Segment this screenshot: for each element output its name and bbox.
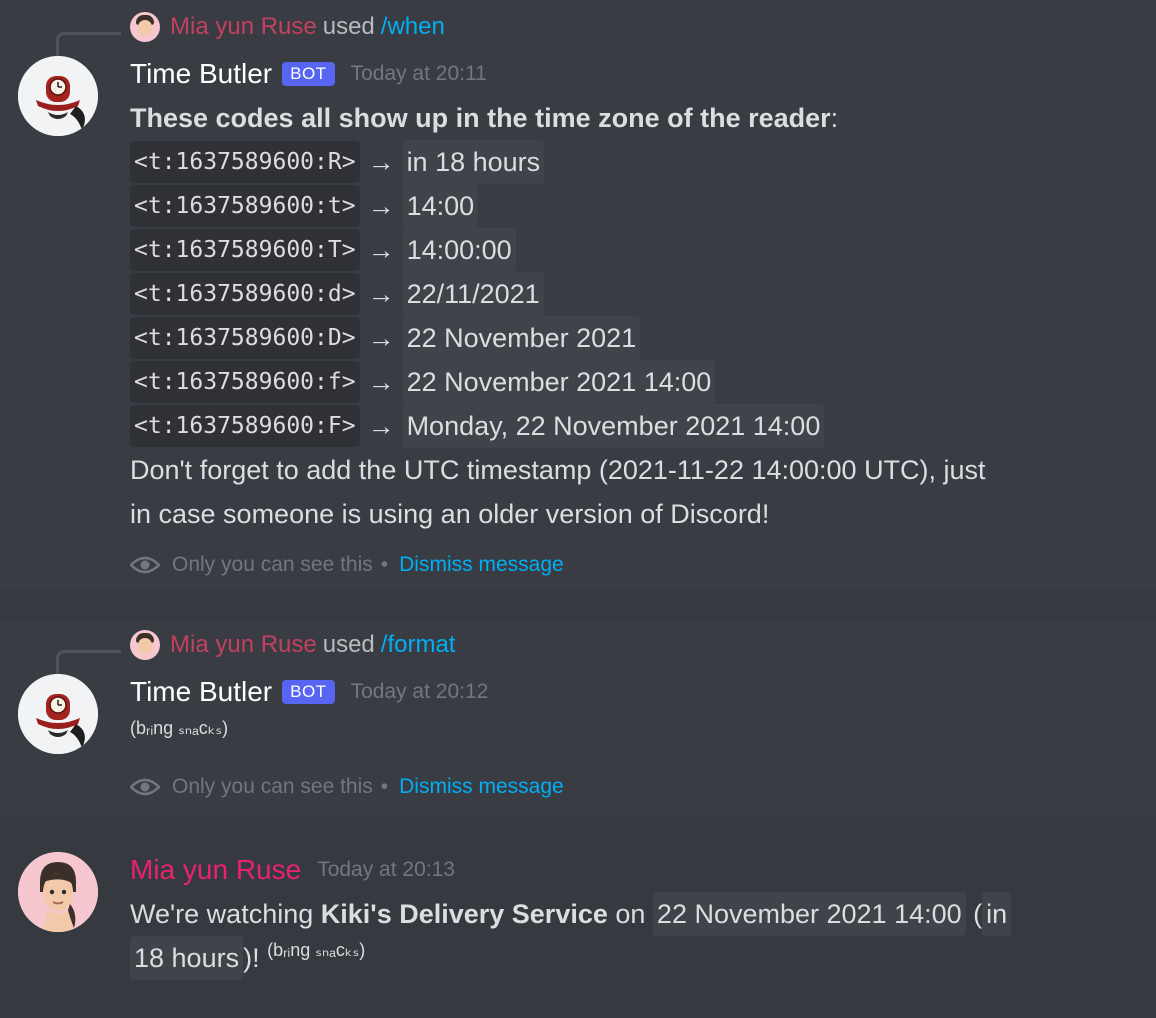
intro-bold: These codes all show up in the time zone… [130,103,831,133]
timestamp-result[interactable]: 14:00 [402,184,479,228]
arrow-icon: → [367,147,395,177]
code-snippet: <t:1637589600:d> [130,273,360,315]
code-snippet: <t:1637589600:f> [130,361,360,403]
dismiss-message-link[interactable]: Dismiss message [399,553,564,577]
message-content: We're watching Kiki's Delivery Service o… [130,892,1130,980]
bot-avatar[interactable] [18,56,98,136]
arrow-icon: → [367,367,395,397]
text-on: on [607,899,653,929]
timestamp-result[interactable]: Monday, 22 November 2021 14:00 [402,404,825,448]
message-content: These codes all show up in the time zone… [130,96,1130,536]
message-header: Time Butler BOT Today at 20:11 [130,54,487,94]
arrow-icon: → [367,235,395,265]
message-user: Mia yun Ruse Today at 20:13 We're watchi… [0,836,1156,1018]
footer-line-2: in case someone is using an older versio… [130,499,770,529]
code-snippet: <t:1637589600:R> [130,141,360,183]
code-row: <t:1637589600:T> → 14:00:00 [130,228,1130,272]
eye-icon [130,778,160,796]
timestamp-result[interactable]: 22 November 2021 [402,316,641,360]
ephemeral-notice: Only you can see this • Dismiss message [130,550,564,580]
small-caps-text: (bᵣᵢng ₛₙₐcₖₛ) [267,940,366,960]
small-caps-text: (bᵣᵢng ₛₙₐcₖₛ) [130,718,229,738]
reply-context[interactable]: Mia yun Ruse used /when [56,10,445,61]
message-when: Mia yun Ruse used /when Time Butler BOT … [0,0,1156,590]
relative-timestamp-part-1[interactable]: in [982,892,1012,936]
code-row: <t:1637589600:D> → 22 November 2021 [130,316,1130,360]
reply-username[interactable]: Mia yun Ruse [170,631,317,659]
timestamp-result[interactable]: 22/11/2021 [402,272,544,316]
code-snippet: <t:1637589600:T> [130,229,360,271]
message-header: Mia yun Ruse Today at 20:13 [130,850,455,890]
ephemeral-text: Only you can see this [172,553,373,576]
timestamp-result[interactable]: 22 November 2021 14:00 [652,892,966,936]
relative-timestamp-part-2[interactable]: 18 hours [130,936,244,980]
intro-line: These codes all show up in the time zone… [130,96,1130,140]
author-name[interactable]: Mia yun Ruse [130,854,301,886]
butler-clock-icon [18,56,98,136]
code-row: <t:1637589600:t> → 14:00 [130,184,1130,228]
code-row: <t:1637589600:R> → in 18 hours [130,140,1130,184]
code-snippet: <t:1637589600:D> [130,317,360,359]
message-line-2: 18 hours )! (bᵣᵢng ₛₙₐcₖₛ) [130,936,1130,980]
reply-used-label: used [322,631,375,658]
code-row: <t:1637589600:f> → 22 November 2021 14:00 [130,360,1130,404]
arrow-icon: → [367,279,395,309]
author-name[interactable]: Time Butler [130,58,272,90]
intro-colon: : [830,103,839,133]
code-snippet: <t:1637589600:F> [130,405,360,447]
author-name[interactable]: Time Butler [130,676,272,708]
memoji-avatar-icon [18,852,98,932]
message-format: Mia yun Ruse used /format Time Butler BO… [0,620,1156,816]
reply-command[interactable]: /when [381,13,445,41]
reply-username[interactable]: Mia yun Ruse [170,13,317,41]
ephemeral-notice: Only you can see this • Dismiss message [130,772,564,802]
bot-avatar[interactable] [18,674,98,754]
eye-icon [130,556,160,574]
code-row: <t:1637589600:d> → 22/11/2021 [130,272,1130,316]
footer-line-1: Don't forget to add the UTC timestamp (2… [130,455,986,485]
message-timestamp[interactable]: Today at 20:11 [351,62,487,86]
reply-avatar[interactable] [130,630,160,660]
bot-tag: BOT [282,62,335,86]
text-open-paren: ( [965,899,983,929]
arrow-icon: → [367,411,395,441]
message-timestamp[interactable]: Today at 20:13 [317,858,455,882]
message-timestamp[interactable]: Today at 20:12 [351,680,489,704]
timestamp-result[interactable]: 22 November 2021 14:00 [402,360,716,404]
bullet-separator: • [380,553,389,576]
user-avatar[interactable] [18,852,98,932]
bot-tag: BOT [282,680,335,704]
arrow-icon: → [367,191,395,221]
reply-avatar[interactable] [130,12,160,42]
code-row: <t:1637589600:F> → Monday, 22 November 202… [130,404,1130,448]
butler-clock-icon [18,674,98,754]
bullet-separator: • [380,775,389,798]
text-close-paren: )! [243,943,268,973]
arrow-icon: → [367,323,395,353]
dismiss-message-link[interactable]: Dismiss message [399,775,564,799]
reply-context[interactable]: Mia yun Ruse used /format [56,628,456,679]
message-content: (bᵣᵢng ₛₙₐcₖₛ) [130,712,1130,744]
timestamp-result[interactable]: 14:00:00 [402,228,516,272]
code-snippet: <t:1637589600:t> [130,185,360,227]
timestamp-result[interactable]: in 18 hours [402,140,545,184]
ephemeral-text: Only you can see this [172,775,373,798]
reply-used-label: used [322,13,375,40]
reply-command[interactable]: /format [381,631,456,659]
